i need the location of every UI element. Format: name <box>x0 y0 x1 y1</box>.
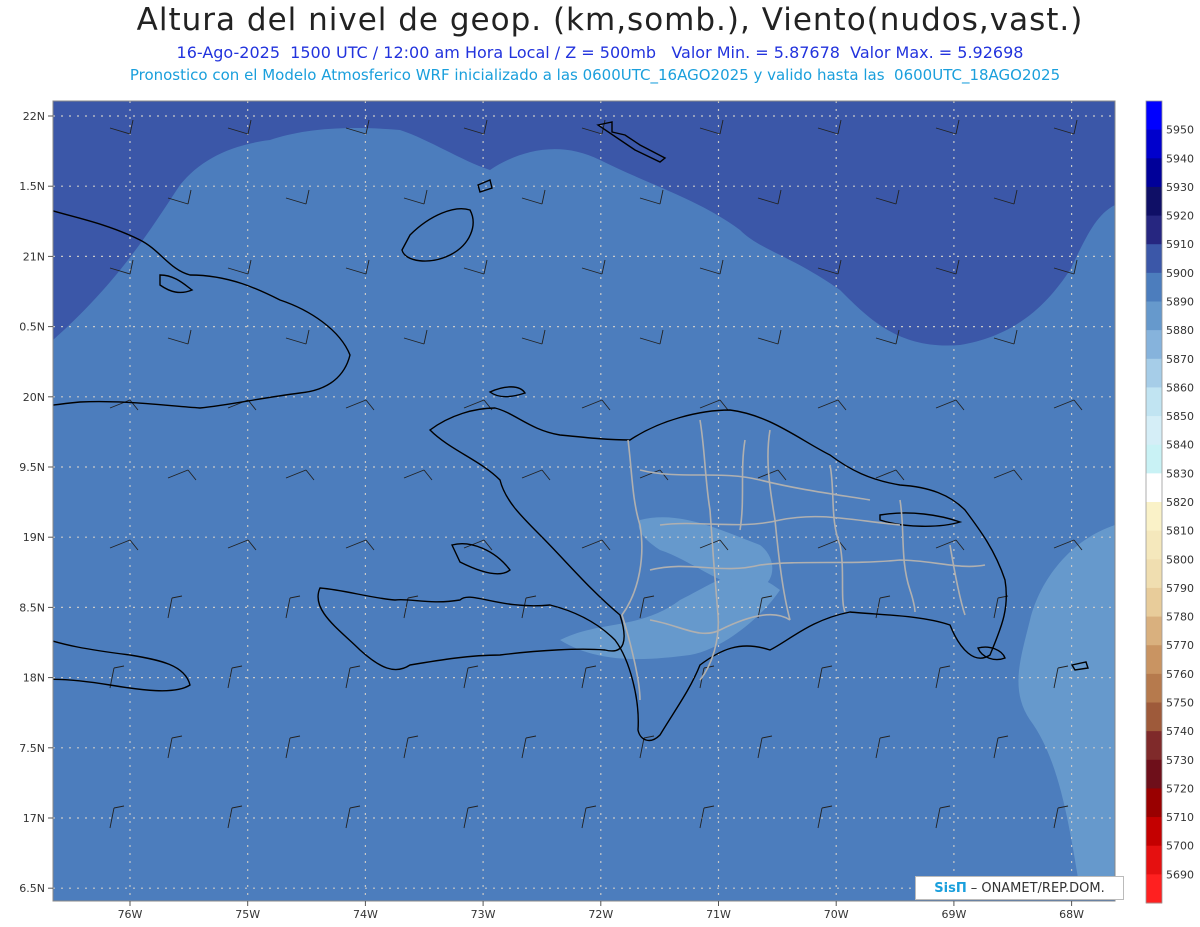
lon-label: 73W <box>471 908 496 921</box>
colorbar-label: 5700 <box>1166 840 1194 853</box>
colorbar-swatch <box>1146 101 1162 131</box>
colorbar-swatch <box>1146 874 1162 904</box>
colorbar-label: 5920 <box>1166 210 1194 223</box>
lon-label: 69W <box>941 908 966 921</box>
lat-label: 17N <box>23 812 45 825</box>
lat-label: 8.5N <box>19 601 45 614</box>
colorbar-swatch <box>1146 616 1162 646</box>
colorbar-swatch <box>1146 788 1162 818</box>
colorbar-label: 5750 <box>1166 697 1194 710</box>
colorbar-swatch <box>1146 731 1162 761</box>
lat-label: 7.5N <box>19 742 45 755</box>
colorbar-swatch <box>1146 387 1162 417</box>
colorbar-swatch <box>1146 502 1162 532</box>
colorbar-label: 5860 <box>1166 381 1194 394</box>
colorbar-swatch <box>1146 158 1162 188</box>
colorbar-label: 5840 <box>1166 439 1194 452</box>
lat-label: 0.5N <box>19 321 45 334</box>
colorbar-swatch <box>1146 559 1162 589</box>
credit-text: – ONAMET/REP.DOM. <box>970 880 1105 896</box>
colorbar-label: 5780 <box>1166 611 1194 624</box>
colorbar-label: 5880 <box>1166 324 1194 337</box>
colorbar-swatch <box>1146 129 1162 159</box>
colorbar-label: 5820 <box>1166 496 1194 509</box>
colorbar-swatch <box>1146 244 1162 274</box>
lon-label: 72W <box>588 908 613 921</box>
lat-label: 19N <box>23 531 45 544</box>
colorbar-label: 5720 <box>1166 782 1194 795</box>
colorbar-label: 5830 <box>1166 467 1194 480</box>
map-figure: 22N 1.5N 21N 0.5N 20N 9.5N 19N 8.5N 18N 7.5N 17N 6.… <box>19 100 1194 921</box>
colorbar-label: 5900 <box>1166 267 1194 280</box>
lat-label: 6.5N <box>19 882 45 895</box>
lon-label: 68W <box>1059 908 1084 921</box>
colorbar-swatch <box>1146 673 1162 703</box>
colorbar-label: 5910 <box>1166 238 1194 251</box>
lon-label: 74W <box>353 908 378 921</box>
colorbar-label: 5770 <box>1166 639 1194 652</box>
colorbar-swatch <box>1146 759 1162 789</box>
colorbar-swatch <box>1146 473 1162 503</box>
lat-label: 21N <box>23 250 45 263</box>
colorbar-swatch <box>1146 817 1162 847</box>
colorbar-swatch <box>1146 215 1162 245</box>
colorbar-swatch <box>1146 358 1162 388</box>
colorbar: 5950 5940 5930 5920 5910 5900 5890 5880 5870 5860… <box>1145 100 1194 904</box>
colorbar-label: 5730 <box>1166 754 1194 767</box>
lat-label: 18N <box>23 672 45 685</box>
colorbar-swatch <box>1146 416 1162 446</box>
colorbar-label: 5850 <box>1166 410 1194 423</box>
lon-label: 76W <box>118 908 143 921</box>
colorbar-label: 5800 <box>1166 553 1194 566</box>
lat-label: 20N <box>23 391 45 404</box>
lon-label: 75W <box>235 908 260 921</box>
lat-label: 22N <box>23 110 45 123</box>
colorbar-label: 5930 <box>1166 181 1194 194</box>
colorbar-label: 5810 <box>1166 525 1194 538</box>
colorbar-swatch <box>1146 444 1162 474</box>
colorbar-swatch <box>1146 702 1162 732</box>
colorbar-swatch <box>1146 301 1162 331</box>
brand-logo: SisΠ <box>934 880 967 896</box>
colorbar-label: 5710 <box>1166 811 1194 824</box>
colorbar-label: 5940 <box>1166 152 1194 165</box>
colorbar-label: 5950 <box>1166 124 1194 137</box>
colorbar-label: 5760 <box>1166 668 1194 681</box>
lat-label: 9.5N <box>19 461 45 474</box>
colorbar-label: 5890 <box>1166 296 1194 309</box>
colorbar-swatch <box>1146 645 1162 675</box>
colorbar-swatch <box>1146 587 1162 618</box>
colorbar-swatch <box>1146 845 1162 875</box>
lat-label: 1.5N <box>19 180 45 193</box>
colorbar-swatch <box>1146 330 1162 360</box>
colorbar-label: 5740 <box>1166 725 1194 738</box>
colorbar-swatch <box>1146 530 1162 560</box>
geopotential-shading <box>53 101 1115 901</box>
colorbar-label: 5790 <box>1166 582 1194 595</box>
colorbar-swatch <box>1146 186 1162 217</box>
lon-label: 70W <box>824 908 849 921</box>
colorbar-swatch <box>1146 272 1162 302</box>
credit-box: SisΠ – ONAMET/REP.DOM. <box>915 876 1124 900</box>
lon-label: 71W <box>706 908 731 921</box>
colorbar-label: 5870 <box>1166 353 1194 366</box>
colorbar-label: 5690 <box>1166 868 1194 881</box>
